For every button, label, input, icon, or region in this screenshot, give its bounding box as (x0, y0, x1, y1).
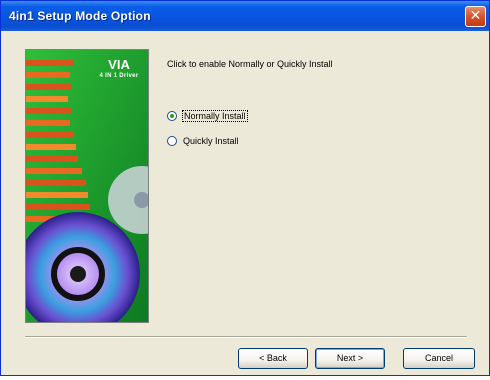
setup-dialog: 4in1 Setup Mode Option ✕ VIA 4 IN 1 Driv… (0, 0, 490, 376)
instruction-text: Click to enable Normally or Quickly Inst… (167, 59, 333, 69)
close-button[interactable]: ✕ (465, 6, 486, 27)
next-button[interactable]: Next > (315, 348, 385, 369)
close-icon: ✕ (469, 8, 482, 24)
option-label: Normally Install (182, 110, 248, 122)
setup-banner-image: VIA 4 IN 1 Driver (25, 49, 149, 323)
radio-button[interactable] (167, 136, 177, 146)
window-title: 4in1 Setup Mode Option (9, 9, 151, 23)
radio-button-checked[interactable] (167, 111, 177, 121)
cancel-button[interactable]: Cancel (403, 348, 475, 369)
back-button[interactable]: < Back (238, 348, 308, 369)
banner-brand: VIA (108, 57, 130, 72)
option-normally-install[interactable]: Normally Install (167, 109, 248, 123)
option-quickly-install[interactable]: Quickly Install (167, 134, 239, 148)
banner-product: 4 IN 1 Driver (99, 73, 139, 79)
title-bar[interactable]: 4in1 Setup Mode Option ✕ (1, 1, 489, 31)
option-label: Quickly Install (183, 136, 239, 146)
divider (25, 336, 467, 338)
banner-text: VIA 4 IN 1 Driver (90, 58, 148, 80)
